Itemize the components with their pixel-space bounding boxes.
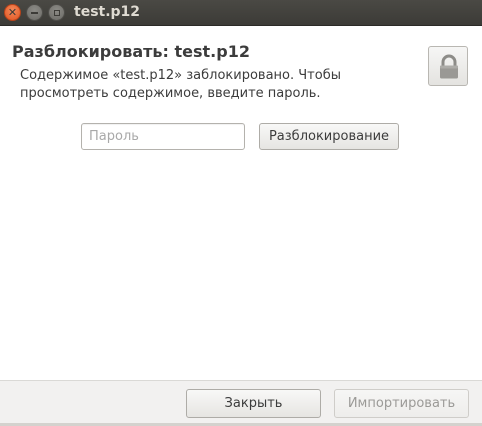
close-button[interactable]: Закрыть xyxy=(186,389,321,418)
locked-description: Содержимое «test.p12» заблокировано. Что… xyxy=(20,68,341,101)
close-icon[interactable]: ✕ xyxy=(4,4,21,21)
password-field[interactable] xyxy=(81,123,245,150)
import-button[interactable]: Импортировать xyxy=(334,389,469,418)
minimize-icon[interactable] xyxy=(26,4,43,21)
maximize-icon[interactable] xyxy=(48,4,65,21)
lock-icon xyxy=(428,46,468,86)
window-title: test.p12 xyxy=(74,4,141,20)
unlock-button[interactable]: Разблокирование xyxy=(259,123,399,150)
dialog-window: ✕ test.p12 Разблокировать: test.p12 Соде… xyxy=(0,0,482,426)
page-title: Разблокировать: test.p12 xyxy=(12,42,250,61)
title-bar: ✕ test.p12 xyxy=(0,0,482,26)
